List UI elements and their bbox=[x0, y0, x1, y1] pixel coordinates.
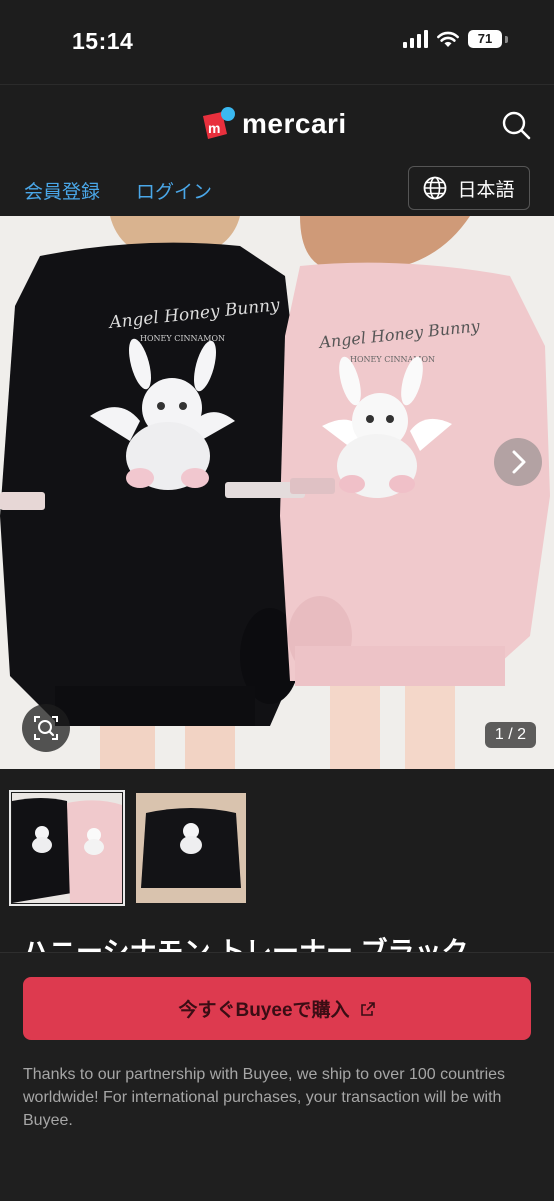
app-header: m mercari bbox=[0, 84, 554, 163]
logo-text: mercari bbox=[242, 108, 347, 139]
wifi-icon bbox=[437, 31, 459, 47]
zoom-button[interactable] bbox=[22, 704, 70, 752]
globe-icon bbox=[424, 176, 447, 200]
buy-now-button[interactable]: 今すぐBuyeeで購入 bbox=[23, 977, 531, 1040]
product-photo: Angel Honey Bunny HONEY CINNAMON Angel H… bbox=[0, 216, 554, 769]
battery-icon: 71 bbox=[468, 30, 502, 48]
external-link-icon bbox=[360, 1001, 375, 1016]
thumbnail-2[interactable] bbox=[136, 793, 246, 903]
auth-bar: 会員登録 ログイン 日本語 bbox=[0, 162, 554, 216]
login-link[interactable]: ログイン bbox=[136, 177, 212, 204]
buyee-note: Thanks to our partnership with Buyee, we… bbox=[23, 1066, 506, 1129]
buy-now-label: 今すぐBuyeeで購入 bbox=[178, 1000, 350, 1021]
register-link[interactable]: 会員登録 bbox=[24, 177, 100, 204]
zoom-icon bbox=[34, 716, 58, 740]
language-button[interactable]: 日本語 bbox=[408, 166, 530, 210]
product-title: ハニーシナモン トレーナー ブラック bbox=[22, 937, 469, 954]
status-time: 15:14 bbox=[72, 28, 134, 54]
cellular-signal-icon bbox=[403, 30, 428, 48]
logo-mark-letter: m bbox=[208, 120, 220, 136]
status-bar: 15:14 71 bbox=[0, 0, 554, 84]
status-icons: 71 bbox=[403, 30, 508, 48]
mercari-logo[interactable]: m mercari bbox=[198, 106, 347, 142]
mercari-logo-icon: m bbox=[198, 106, 235, 142]
search-icon bbox=[502, 111, 531, 140]
search-button[interactable] bbox=[500, 109, 532, 141]
thumbnail-2-image bbox=[136, 793, 246, 903]
product-image-gallery[interactable]: Angel Honey Bunny HONEY CINNAMON Angel H… bbox=[0, 216, 554, 769]
thumbnail-1-image bbox=[12, 793, 122, 903]
thumbnail-strip bbox=[0, 769, 554, 929]
image-counter: 1 / 2 bbox=[484, 722, 536, 748]
next-image-button[interactable] bbox=[494, 438, 542, 486]
battery-tip bbox=[505, 35, 508, 43]
chevron-right-icon bbox=[512, 450, 526, 474]
language-label: 日本語 bbox=[457, 179, 515, 201]
thumbnail-1[interactable] bbox=[9, 790, 125, 906]
purchase-panel: 今すぐBuyeeで購入 Thanks to our partnership wi… bbox=[0, 952, 554, 1201]
